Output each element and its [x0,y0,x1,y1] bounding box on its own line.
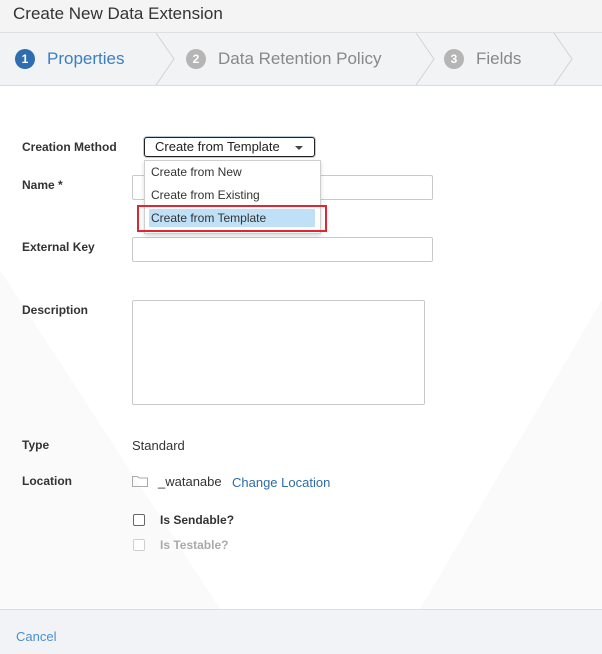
change-location-link[interactable]: Change Location [232,475,330,490]
step-properties[interactable]: 1 Properties [15,33,124,85]
step-number-3: 3 [444,49,464,69]
dialog-title: Create New Data Extension [0,0,602,32]
step-label-fields: Fields [476,49,522,68]
is-testable-checkbox [133,539,145,551]
external-key-input[interactable] [132,237,433,262]
location-label: Location [22,474,72,488]
option-create-from-existing[interactable]: Create from Existing [151,188,260,202]
cancel-button[interactable]: Cancel [16,629,56,644]
option-create-from-new[interactable]: Create from New [151,165,242,179]
creation-method-select[interactable]: Create from Template [144,137,315,157]
creation-method-label: Creation Method [22,140,117,154]
type-value: Standard [132,438,185,453]
wizard-steps: 1 Properties 2 Data Retention Policy 3 F… [0,32,602,86]
location-folder-name: _watanabe [158,474,222,489]
creation-method-selected: Create from Template [155,139,280,154]
type-label: Type [22,438,50,452]
step-label-properties: Properties [47,49,125,68]
is-sendable-label: Is Sendable? [160,513,235,527]
step-data-retention[interactable]: 2 Data Retention Policy [186,33,381,85]
description-label: Description [22,303,89,317]
step-chevron-icon [415,33,435,85]
chevron-down-icon [295,146,303,150]
description-textarea[interactable] [132,300,425,405]
highlight-box [137,205,327,232]
step-number-1: 1 [15,49,35,69]
step-label-data-retention: Data Retention Policy [218,49,382,68]
dialog-footer: Cancel [0,609,602,654]
step-fields[interactable]: 3 Fields [444,33,521,85]
folder-icon [132,476,148,487]
is-sendable-checkbox[interactable] [133,514,145,526]
external-key-label: External Key [22,240,95,254]
is-testable-label: Is Testable? [160,538,229,552]
name-label: Name * [22,178,63,192]
step-number-2: 2 [186,49,206,69]
step-chevron-icon [553,33,573,85]
step-chevron-icon [155,33,175,85]
